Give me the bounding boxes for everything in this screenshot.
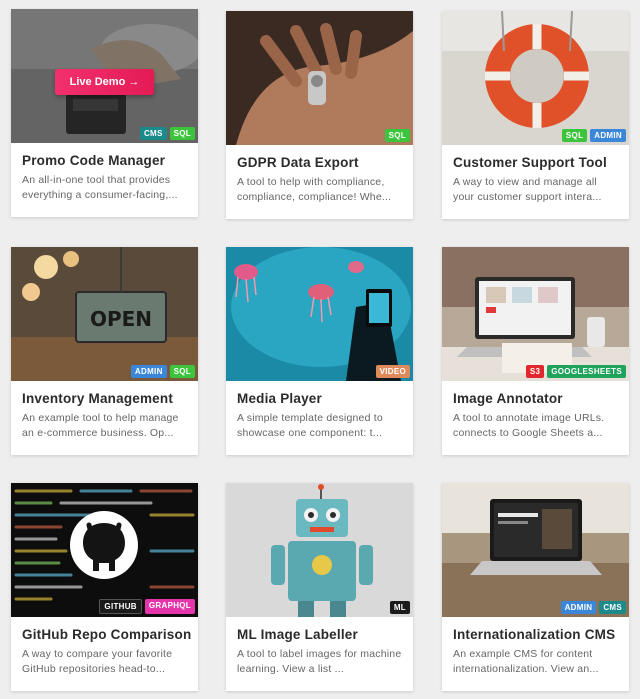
- card-thumbnail: ML: [226, 483, 413, 617]
- card-description: A simple template designed to showcase o…: [237, 412, 383, 439]
- template-gallery: Live Demo → CMS SQL Promo Code Manager A…: [0, 0, 640, 699]
- template-card-gdpr-data-export[interactable]: SQL GDPR Data Export A tool to help with…: [226, 11, 413, 219]
- card-thumbnail: OPEN ADMIN SQL: [11, 247, 198, 381]
- card-thumbnail: Live Demo → CMS SQL: [11, 9, 198, 143]
- card-title: Inventory Management: [22, 391, 174, 406]
- template-card-image-annotator[interactable]: S3 GOOGLESHEETS Image Annotator A tool t…: [442, 247, 629, 455]
- card-description: An all-in-one tool that provides everyth…: [22, 174, 178, 201]
- life-ring-image: [442, 11, 629, 145]
- open-sign-image: OPEN: [11, 247, 198, 381]
- tag-googlesheets: GOOGLESHEETS: [547, 365, 626, 378]
- template-card-internationalization-cms[interactable]: ADMIN CMS Internationalization CMS An ex…: [442, 483, 629, 691]
- tag-admin: ADMIN: [560, 601, 597, 614]
- card-description: A way to compare your favorite GitHub re…: [22, 648, 173, 675]
- tag-ml: ML: [389, 601, 410, 614]
- tag-sql: SQL: [169, 127, 195, 140]
- card-tags: ML: [389, 601, 410, 614]
- card-tags: ADMIN SQL: [130, 365, 195, 378]
- template-card-promo-code-manager[interactable]: Live Demo → CMS SQL Promo Code Manager A…: [11, 9, 198, 217]
- card-tags: SQL: [384, 129, 410, 142]
- tag-graphql: GRAPHQL: [144, 599, 195, 614]
- code-with-github-logo-image: [11, 483, 198, 617]
- template-card-customer-support-tool[interactable]: SQL ADMIN Customer Support Tool A way to…: [442, 11, 629, 219]
- tag-cms: CMS: [139, 127, 167, 140]
- tag-admin: ADMIN: [590, 129, 626, 142]
- tag-sql: SQL: [561, 129, 588, 142]
- tag-sql: SQL: [384, 129, 410, 142]
- card-thumbnail: VIDEO: [226, 247, 413, 381]
- card-tags: ADMIN CMS: [560, 601, 626, 614]
- card-tags: SQL ADMIN: [561, 129, 626, 142]
- toy-robot-image: [226, 483, 413, 617]
- hand-with-key-image: [226, 11, 413, 145]
- live-demo-button[interactable]: Live Demo →: [55, 69, 154, 95]
- card-description: An example CMS for content international…: [453, 648, 599, 675]
- card-title: Media Player: [237, 391, 322, 406]
- aquarium-jellyfish-image: [226, 247, 413, 381]
- tag-video: VIDEO: [375, 365, 410, 378]
- card-tags: CMS SQL: [139, 127, 195, 140]
- laptop-desk-image: [442, 247, 629, 381]
- card-description: A way to view and manage all your custom…: [453, 176, 602, 203]
- card-description: An example tool to help manage an e-comm…: [22, 412, 179, 439]
- tag-admin: ADMIN: [130, 365, 167, 378]
- tag-sql: SQL: [169, 365, 195, 378]
- laptop-on-table-image: [442, 483, 629, 617]
- tag-github: GITHUB: [99, 599, 142, 614]
- card-description: A tool to help with compliance, complian…: [237, 176, 392, 203]
- card-thumbnail: ADMIN CMS: [442, 483, 629, 617]
- card-thumbnail: SQL: [226, 11, 413, 145]
- svg-text:OPEN: OPEN: [90, 307, 152, 331]
- card-thumbnail: SQL ADMIN: [442, 11, 629, 145]
- tag-cms: CMS: [599, 601, 626, 614]
- card-thumbnail: S3 GOOGLESHEETS: [442, 247, 629, 381]
- card-title: Image Annotator: [453, 391, 563, 406]
- card-title: Promo Code Manager: [22, 153, 166, 168]
- card-description: A tool to label images for machine learn…: [237, 648, 402, 675]
- card-thumbnail: GITHUB GRAPHQL: [11, 483, 198, 617]
- template-card-inventory-management[interactable]: OPEN ADMIN SQL Inventory Management An e…: [11, 247, 198, 455]
- card-tags: GITHUB GRAPHQL: [99, 599, 195, 614]
- card-tags: S3 GOOGLESHEETS: [525, 365, 626, 378]
- card-tags: VIDEO: [375, 365, 410, 378]
- card-title: GDPR Data Export: [237, 155, 359, 170]
- card-description: A tool to annotate image URLs. connects …: [453, 412, 605, 439]
- template-card-ml-image-labeller[interactable]: ML ML Image Labeller A tool to label ima…: [226, 483, 413, 691]
- template-card-media-player[interactable]: VIDEO Media Player A simple template des…: [226, 247, 413, 455]
- card-title: ML Image Labeller: [237, 627, 358, 642]
- card-title: GitHub Repo Comparison: [22, 627, 192, 642]
- card-title: Customer Support Tool: [453, 155, 607, 170]
- template-card-github-repo-comparison[interactable]: GITHUB GRAPHQL GitHub Repo Comparison A …: [11, 483, 198, 691]
- tag-s3: S3: [525, 365, 545, 378]
- card-title: Internationalization CMS: [453, 627, 616, 642]
